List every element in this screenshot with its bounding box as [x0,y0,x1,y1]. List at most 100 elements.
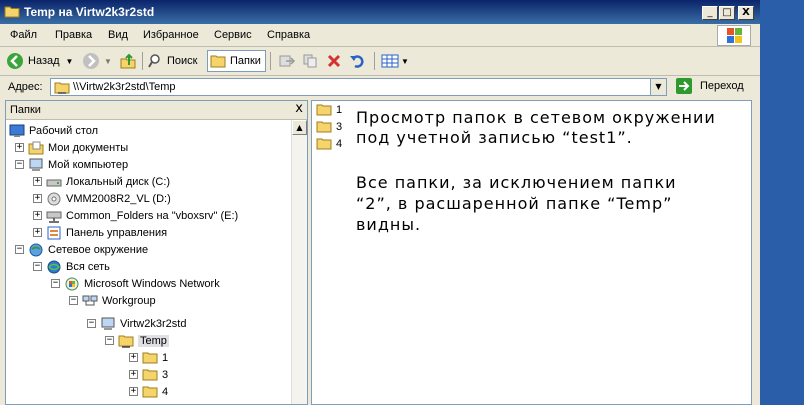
views-dropdown-icon[interactable]: ▼ [401,57,409,66]
tree-item-temp-share[interactable]: − Temp [105,332,169,349]
address-bar: Адрес: \\Virtw2k3r2std\Temp ▼ Переход [0,76,760,98]
forward-button[interactable]: ▼ [82,50,112,72]
address-dropdown-icon[interactable]: ▼ [650,79,666,95]
search-button[interactable]: Поиск [148,50,197,72]
move-to-button[interactable] [278,50,296,72]
tree-item-local-disk-c[interactable]: + Локальный диск (C:) [33,173,170,190]
folder-icon [316,121,332,133]
tree-item-label: Мои документы [48,141,129,154]
go-button[interactable]: Переход [676,78,744,94]
file-folder-3[interactable]: 3 [316,119,342,135]
tree-item-folder-1[interactable]: + 1 [129,349,168,366]
views-grid-icon [381,54,399,68]
window-title: Temp на Virtw2k3r2std [24,5,155,19]
note-line: “2”, в расшаренной папке “Temp” [356,194,673,213]
tree-item-label: Microsoft Windows Network [84,277,220,290]
expand-plus-icon[interactable]: + [129,370,138,379]
file-folder-4[interactable]: 4 [316,136,342,152]
computer-icon [29,158,43,171]
expand-plus-icon[interactable]: + [129,387,138,396]
tree-item-folder-4[interactable]: + 4 [129,383,168,400]
note-line: видны. [356,215,422,234]
menu-bar: Файл Правка Вид Избранное Сервис Справка [0,24,760,47]
folder-tree-pane: Папки x ▲ Рабочий стол + Мои документы −… [5,100,308,405]
collapse-minus-icon[interactable]: − [105,336,114,345]
title-bar[interactable]: Temp на Virtw2k3r2std _ □ X [0,0,760,24]
folders-button[interactable]: Папки [207,50,266,72]
windows-network-icon [65,277,79,290]
tree-item-label: Virtw2k3r2std [120,317,187,330]
minimize-button[interactable]: _ [702,6,718,20]
menu-file[interactable]: Файл [10,29,37,41]
folders-label: Папки [230,55,261,67]
tree-item-entire-network[interactable]: − Вся сеть [33,258,110,275]
expand-plus-icon[interactable]: + [33,194,42,203]
expand-plus-icon[interactable]: + [33,177,42,186]
copy-to-icon [303,54,317,68]
undo-button[interactable] [349,50,367,72]
tree-item-network-drive-e[interactable]: + Common_Folders на "vboxsrv" (E:) [33,207,238,224]
collapse-minus-icon[interactable]: − [15,160,24,169]
windows-logo-icon [717,25,751,46]
tree-item-microsoft-windows-network[interactable]: − Microsoft Windows Network [51,275,220,292]
content-pane: 1 3 4 Просмотр папок в сетевом окружении… [311,100,752,405]
back-dropdown-icon[interactable]: ▼ [66,57,74,66]
copy-to-button[interactable] [302,50,320,72]
folders-icon [210,55,226,68]
tree-item-control-panel[interactable]: + Панель управления [33,224,167,241]
toolbar: Назад ▼ ▼ Поиск Папки ▼ [0,47,760,76]
collapse-minus-icon[interactable]: − [87,319,96,328]
collapse-minus-icon[interactable]: − [69,296,78,305]
expand-plus-icon[interactable]: + [33,228,42,237]
note-line: Просмотр папок в сетевом окружении [356,108,716,127]
tree-item-my-documents[interactable]: + Мои документы [15,139,128,156]
note-line: под учетной записью “test1”. [356,128,633,147]
close-button[interactable]: X [738,6,754,20]
menu-help[interactable]: Справка [267,29,310,41]
content-scrollbar[interactable] [752,100,760,405]
delete-button[interactable] [326,50,342,72]
tree-item-label: 3 [162,368,169,381]
expand-plus-icon[interactable]: + [15,143,24,152]
address-input[interactable]: \\Virtw2k3r2std\Temp ▼ [50,78,667,96]
collapse-minus-icon[interactable]: − [15,245,24,254]
file-name: 4 [336,138,343,150]
toolbar-separator [142,52,143,70]
server-computer-icon [101,317,115,330]
menu-tools[interactable]: Сервис [214,29,252,41]
undo-icon [350,55,364,68]
search-label: Поиск [167,55,198,67]
tree-item-cd-drive-d[interactable]: + VMM2008R2_VL (D:) [33,190,171,207]
hard-drive-icon [46,179,62,186]
folder-icon [316,104,332,116]
control-panel-icon [47,226,61,239]
tree-item-my-computer[interactable]: − Мой компьютер [15,156,128,173]
expand-plus-icon[interactable]: + [33,211,42,220]
toolbar-separator [374,52,375,70]
back-button[interactable]: Назад ▼ [6,50,73,72]
address-value: \\Virtw2k3r2std\Temp [73,81,176,93]
collapse-minus-icon[interactable]: − [33,262,42,271]
tree-item-folder-3[interactable]: + 3 [129,366,168,383]
tree-close-icon[interactable]: x [295,102,303,116]
folder-icon [4,6,20,18]
up-button[interactable] [119,50,137,72]
tree-item-network-places[interactable]: − Сетевое окружение [15,241,148,258]
tree-item-desktop[interactable]: Рабочий стол [9,122,98,139]
forward-dropdown-icon[interactable]: ▼ [104,57,112,66]
folder-up-icon [120,53,136,69]
menu-edit[interactable]: Правка [55,29,92,41]
menu-favorites[interactable]: Избранное [143,29,199,41]
collapse-minus-icon[interactable]: − [51,279,60,288]
expand-plus-icon[interactable]: + [129,353,138,362]
file-folder-1[interactable]: 1 [316,102,342,118]
network-globe-icon [29,243,43,256]
maximize-button[interactable]: □ [719,6,735,20]
views-button[interactable]: ▼ [381,50,409,72]
tree-item-label: 1 [162,351,169,364]
scroll-up-icon[interactable]: ▲ [292,120,307,135]
menu-view[interactable]: Вид [108,29,128,41]
tree-item-workgroup[interactable]: − Workgroup [69,292,156,309]
tree-item-server-virtw2k3r2std[interactable]: − Virtw2k3r2std [87,315,186,332]
tree-scrollbar[interactable]: ▲ [291,120,307,404]
